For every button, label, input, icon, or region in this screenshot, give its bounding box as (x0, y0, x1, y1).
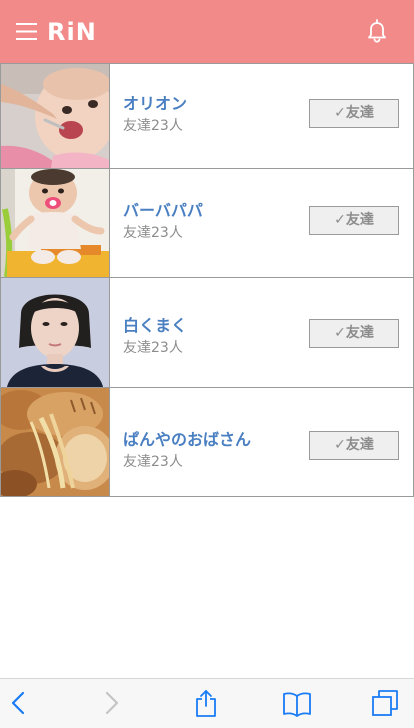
friend-count: 友達23人 (123, 340, 183, 356)
tabs-icon[interactable] (370, 688, 400, 718)
app-logo: RiN (47, 18, 97, 46)
friend-count: 友達23人 (123, 454, 183, 470)
friend-count: 友達23人 (123, 225, 183, 241)
woman-portrait-photo (1, 278, 109, 387)
back-icon[interactable] (4, 688, 34, 718)
friend-thumbnail (1, 388, 110, 496)
baby-with-pacifier-photo (1, 169, 109, 277)
bell-icon[interactable] (366, 19, 388, 43)
bookmarks-icon[interactable] (282, 688, 312, 718)
friend-thumbnail (1, 278, 110, 387)
forward-icon[interactable] (96, 688, 126, 718)
friend-row[interactable]: バーバパパ 友達23人 ✓友達 (0, 168, 414, 277)
friend-name[interactable]: ぱんやのおばさん (123, 426, 251, 450)
friend-status-button[interactable]: ✓友達 (309, 99, 399, 128)
friend-thumbnail (1, 64, 110, 168)
friend-thumbnail (1, 169, 110, 277)
app-header: RiN (0, 0, 414, 63)
friend-status-button[interactable]: ✓友達 (309, 206, 399, 235)
baby-eating-photo (1, 64, 109, 168)
friend-name[interactable]: オリオン (123, 90, 187, 114)
share-icon[interactable] (191, 688, 221, 718)
friend-row[interactable]: 白くまく 友達23人 ✓友達 (0, 277, 414, 387)
friend-status-button[interactable]: ✓友達 (309, 431, 399, 460)
friend-count: 友達23人 (123, 118, 183, 134)
friend-status-button[interactable]: ✓友達 (309, 319, 399, 348)
friend-name[interactable]: 白くまく (123, 312, 187, 336)
friend-name[interactable]: バーバパパ (123, 197, 203, 221)
friend-row[interactable]: ぱんやのおばさん 友達23人 ✓友達 (0, 387, 414, 497)
friend-row[interactable]: オリオン 友達23人 ✓友達 (0, 63, 414, 168)
friend-list: オリオン 友達23人 ✓友達 バーバパパ 友達23人 ✓友達 白くまく 友達23… (0, 63, 414, 497)
browser-toolbar (0, 678, 414, 728)
hamburger-menu-icon[interactable] (16, 22, 37, 41)
bread-loaves-photo (1, 388, 109, 496)
